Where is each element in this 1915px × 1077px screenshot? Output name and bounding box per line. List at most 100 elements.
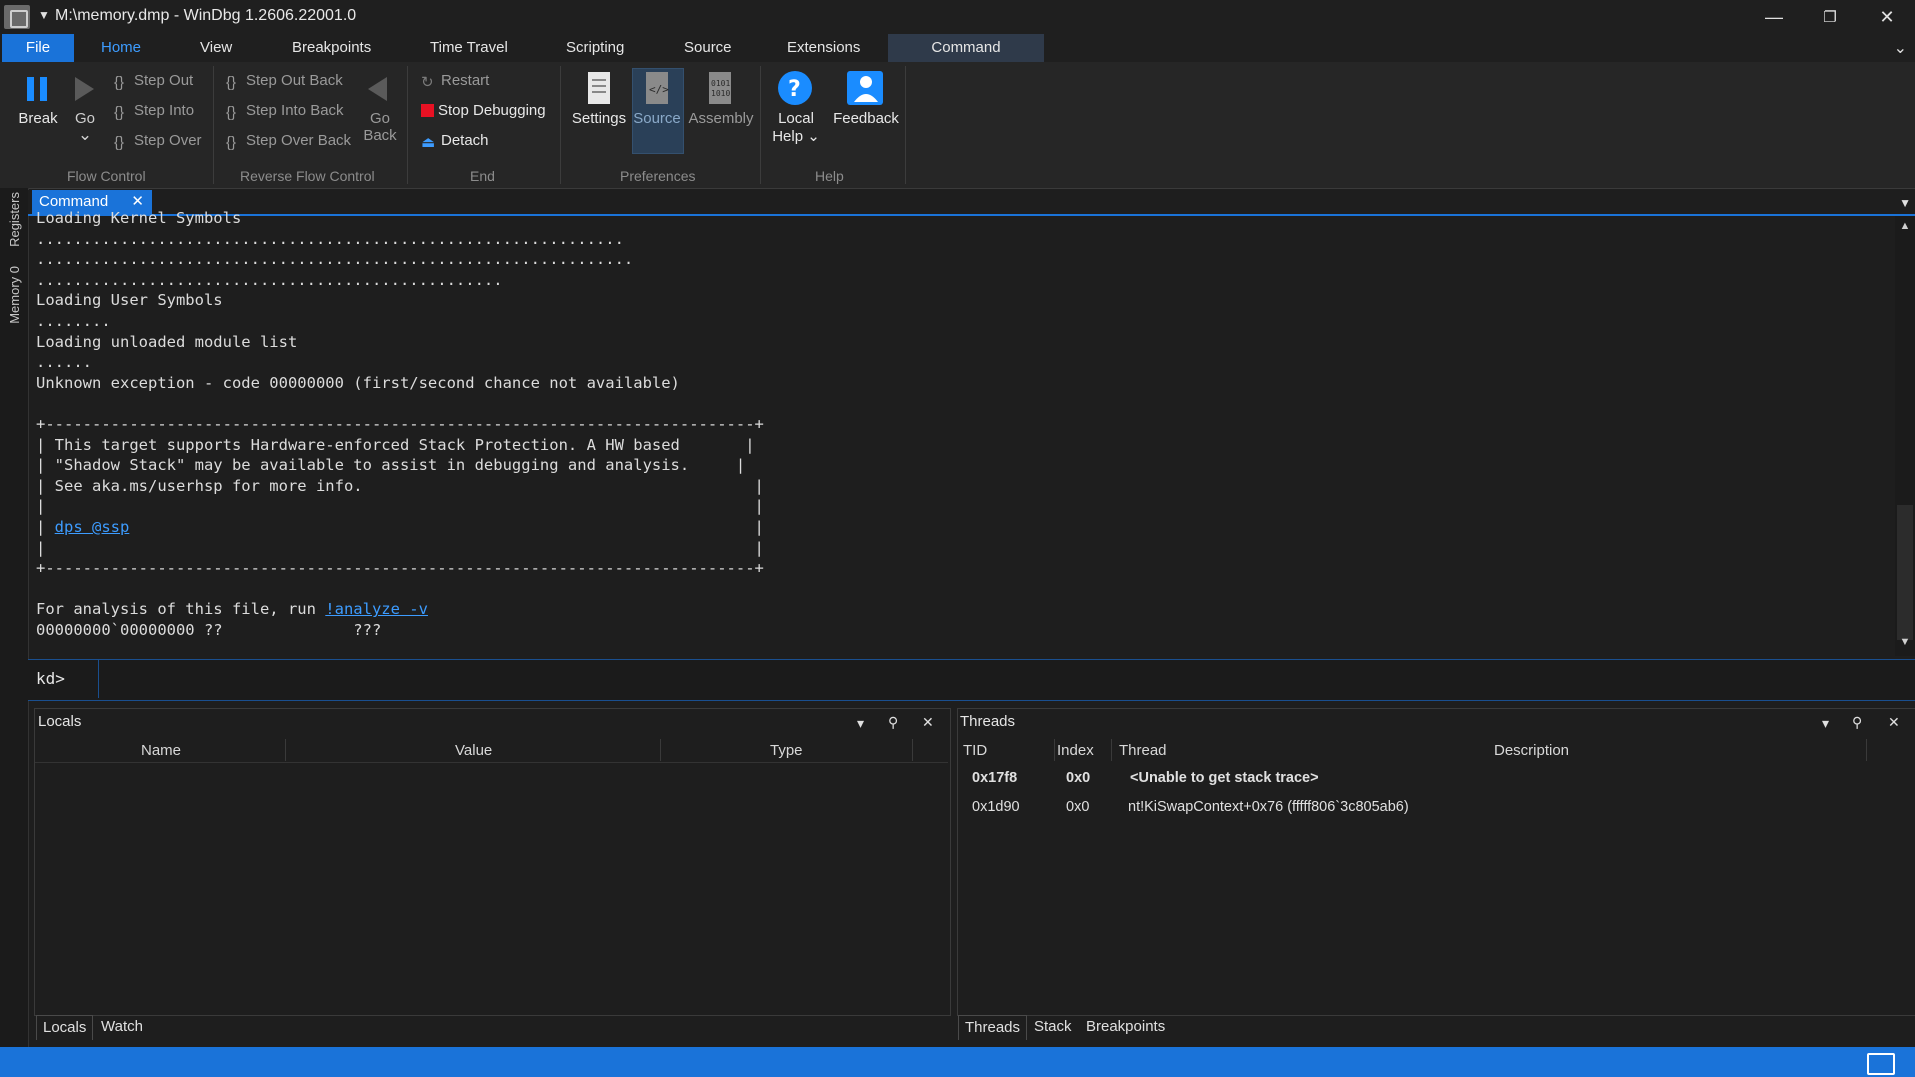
tab-home[interactable]: Home [87,34,155,62]
output-line-link-row: | dps @ssp | [36,518,764,536]
local-help-button[interactable]: Local Help ⌄ [768,110,824,145]
tab-locals[interactable]: Locals [36,1015,94,1040]
ribbon-collapse-chevron-icon[interactable]: ⌄ [1894,38,1907,58]
scrollbar-thumb[interactable] [1897,505,1913,640]
scroll-down-icon[interactable]: ▼ [1897,636,1913,652]
output-line: ........ [36,311,111,330]
tab-command[interactable]: Command [888,34,1044,62]
command-input[interactable] [102,664,1906,696]
break-button[interactable]: Break [16,110,60,127]
column-divider[interactable] [1054,739,1055,761]
go-dropdown-chevron-icon[interactable]: ⌄ [75,125,95,145]
tab-stack[interactable]: Stack [1028,1015,1078,1039]
side-tab-memory[interactable]: Memory 0 [7,266,22,324]
go-back-button[interactable]: Go Back [360,110,400,144]
output-line: ...... [36,353,92,372]
prompt-separator [98,660,99,698]
column-divider[interactable] [285,739,286,761]
close-icon[interactable]: ✕ [1888,714,1900,731]
threads-pane [957,708,1915,1016]
pin-icon[interactable]: ⚲ [888,714,898,731]
windbg-app-icon[interactable] [4,5,30,29]
threads-column-tid[interactable]: TID [963,742,987,759]
assembly-button[interactable]: Assembly [686,110,756,127]
column-divider[interactable] [1111,739,1112,761]
feedback-button[interactable]: Feedback [828,110,904,127]
source-code-icon: </> [646,72,669,104]
go-back-label-1: Go [369,110,390,127]
step-into-button[interactable]: {} Step Into [114,102,194,121]
tab-extensions[interactable]: Extensions [773,34,874,62]
column-divider[interactable] [1866,739,1867,761]
local-help-label-1: Local [778,110,814,127]
stop-debugging-button[interactable]: Stop Debugging [421,102,546,119]
output-line: Unknown exception - code 00000000 (first… [36,373,680,392]
step-over-button[interactable]: {} Step Over [114,132,202,151]
tab-scripting[interactable]: Scripting [552,34,638,62]
thread-tid: 0x17f8 [972,770,1018,786]
output-line: ........................................… [36,229,624,248]
tab-threads[interactable]: Threads [958,1015,1028,1040]
column-divider[interactable] [912,739,913,761]
locals-column-name[interactable]: Name [141,742,181,759]
step-into-back-label: Step Into Back [246,102,344,119]
settings-button[interactable]: Settings [570,110,628,127]
step-out-button[interactable]: {} Step Out [114,72,193,91]
tab-view[interactable]: View [186,34,246,62]
thread-name: <Unable to get stack trace> [1130,770,1319,786]
locals-column-type[interactable]: Type [770,742,803,759]
locals-column-value[interactable]: Value [455,742,492,759]
window-title: M:\memory.dmp - WinDbg 1.2606.22001.0 [55,7,357,24]
dps-ssp-link[interactable]: dps @ssp [55,518,130,536]
scroll-up-icon[interactable]: ▲ [1897,220,1913,236]
step-into-back-button[interactable]: {} Step Into Back [226,102,344,121]
tab-breakpoints[interactable]: Breakpoints [278,34,385,62]
command-prompt: kd> [36,669,65,688]
detach-button[interactable]: ⏏ Detach [421,132,489,151]
step-out-back-button[interactable]: {} Step Out Back [226,72,343,91]
tab-source[interactable]: Source [670,34,746,62]
play-icon [75,77,94,101]
table-row[interactable]: 0x17f8 0x0 <Unable to get stack trace> [958,766,1913,792]
threads-column-thread[interactable]: Thread [1119,742,1167,759]
preferences-group-label: Preferences [620,168,696,184]
pause-icon [27,77,47,101]
output-line: | | [36,497,764,516]
step-over-back-button[interactable]: {} Step Over Back [226,132,351,151]
pane-dropdown-icon[interactable]: ▾ [1822,715,1829,732]
close-button[interactable]: ✕ [1859,0,1915,34]
close-icon[interactable]: ✕ [922,714,934,731]
ribbon-separator [560,66,561,184]
threads-column-index[interactable]: Index [1057,742,1094,759]
go-back-icon [368,77,387,101]
minimize-button[interactable]: — [1746,0,1802,34]
tab-file[interactable]: File [2,34,74,62]
quick-access-caret-icon[interactable]: ▼ [38,8,50,22]
step-out-back-label: Step Out Back [246,72,343,89]
restart-button[interactable]: ↻ Restart [421,72,489,91]
pane-dropdown-icon[interactable]: ▾ [857,715,864,732]
settings-document-icon [588,72,610,104]
stop-debugging-label: Stop Debugging [438,102,546,119]
analyze-link[interactable]: !analyze -v [325,600,428,618]
window-menu-chevron-icon[interactable]: ▼ [1899,196,1911,210]
svg-text:?: ? [788,77,801,102]
box-border-text: | [36,517,55,536]
tab-breakpoints-pane[interactable]: Breakpoints [1080,1015,1171,1039]
table-row[interactable]: 0x1d90 0x0 nt!KiSwapContext+0x76 (fffff8… [958,795,1913,821]
ribbon-separator [407,66,408,184]
tab-watch[interactable]: Watch [95,1015,149,1039]
output-line: Loading Kernel Symbols [36,209,242,227]
thread-index: 0x0 [1066,770,1091,786]
svg-text:0101: 0101 [711,79,730,88]
step-out-back-icon: {} [226,74,237,91]
side-tab-registers[interactable]: Registers [7,192,22,247]
threads-column-description[interactable]: Description [1494,742,1569,759]
analysis-text: For analysis of this file, run [36,600,326,619]
column-divider[interactable] [660,739,661,761]
pin-icon[interactable]: ⚲ [1852,714,1862,731]
restore-button[interactable]: ❐ [1802,0,1858,34]
tab-time-travel[interactable]: Time Travel [416,34,522,62]
chat-feedback-icon[interactable] [1867,1053,1895,1075]
output-line: | | [36,538,764,557]
